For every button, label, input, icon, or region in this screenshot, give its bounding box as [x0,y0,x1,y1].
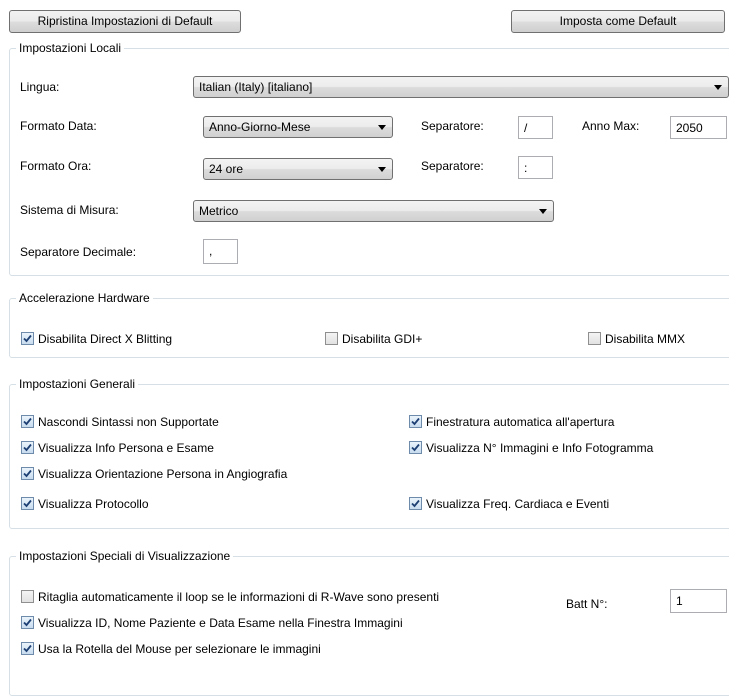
checkbox-label: Nascondi Sintassi non Supportate [38,415,219,429]
checkbox-label: Visualizza N° Immagini e Info Fotogramma [426,441,654,455]
date-format-value: Anno-Giorno-Mese [209,120,311,134]
checkbox-label: Visualizza Orientazione Persona in Angio… [38,467,288,481]
measure-system-value: Metrico [199,204,239,218]
checkbox-label: Ritaglia automaticamente il loop se le i… [38,590,440,604]
checkbox-checked-icon[interactable] [21,332,34,345]
checkbox-label: Usa la Rotella del Mouse per selezionare… [38,642,321,656]
checkbox-checked-icon[interactable] [21,642,34,655]
beat-number-field[interactable]: 1 [670,589,727,613]
checkbox-label: Disabilita GDI+ [342,332,423,346]
date-separator-label: Separatore: [421,119,484,133]
chevron-down-icon [539,209,547,214]
checkbox-checked-icon[interactable] [21,497,34,510]
decimal-separator-label: Separatore Decimale: [20,245,137,259]
checkbox-checked-icon[interactable] [409,415,422,428]
checkbox-checked-icon[interactable] [21,467,34,480]
time-format-select[interactable]: 24 ore [203,158,393,180]
beat-number-label: Batt N°: [566,597,608,611]
checkbox-label: Disabilita MMX [605,332,686,346]
time-separator-label: Separatore: [421,159,484,173]
max-year-label: Anno Max: [582,119,640,133]
beat-number-value: 1 [676,594,683,608]
date-separator-value: / [524,121,528,135]
checkbox-unchecked-icon[interactable] [588,332,601,345]
measure-system-select[interactable]: Metrico [193,200,554,222]
local-settings-title: Impostazioni Locali [16,40,125,56]
measure-system-label: Sistema di Misura: [20,203,119,217]
chevron-down-icon [714,85,722,90]
max-year-field[interactable]: 2050 [670,116,727,139]
language-label: Lingua: [20,80,60,94]
language-select[interactable]: Italian (Italy) [italiano] [193,76,729,98]
checkbox-label: Disabilita Direct X Blitting [38,332,173,346]
set-as-default-button[interactable]: Imposta come Default [511,10,725,33]
language-value: Italian (Italy) [italiano] [199,80,313,94]
general-settings-title: Impostazioni Generali [16,376,139,392]
checkbox-checked-icon[interactable] [21,616,34,629]
hardware-acceleration-group: Accelerazione Hardware [9,290,729,358]
date-format-label: Formato Data: [20,119,97,133]
time-separator-value: : [524,161,528,175]
chevron-down-icon [378,125,386,130]
decimal-separator-field[interactable]: , [203,239,238,264]
checkbox-checked-icon[interactable] [21,441,34,454]
special-display-settings-title: Impostazioni Speciali di Visualizzazione [16,548,234,564]
date-format-select[interactable]: Anno-Giorno-Mese [203,116,393,138]
checkbox-label: Visualizza Freq. Cardiaca e Eventi [426,497,610,511]
hardware-acceleration-title: Accelerazione Hardware [16,290,153,306]
checkbox-checked-icon[interactable] [21,415,34,428]
checkbox-label: Visualizza ID, Nome Paziente e Data Esam… [38,616,403,630]
checkbox-checked-icon[interactable] [409,441,422,454]
reset-defaults-button[interactable]: Ripristina Impostazioni di Default [9,10,241,33]
checkbox-label: Visualizza Protocollo [38,497,149,511]
time-format-value: 24 ore [209,162,244,176]
decimal-separator-value: , [209,244,213,258]
time-separator-field[interactable]: : [518,156,553,179]
checkbox-unchecked-icon[interactable] [325,332,338,345]
max-year-value: 2050 [676,121,703,135]
checkbox-checked-icon[interactable] [409,497,422,510]
time-format-label: Formato Ora: [20,159,92,173]
checkbox-label: Visualizza Info Persona e Esame [38,441,214,455]
chevron-down-icon [378,167,386,172]
checkbox-label: Finestratura automatica all'apertura [426,415,615,429]
date-separator-field[interactable]: / [518,116,553,139]
checkbox-unchecked-icon[interactable] [21,590,34,603]
